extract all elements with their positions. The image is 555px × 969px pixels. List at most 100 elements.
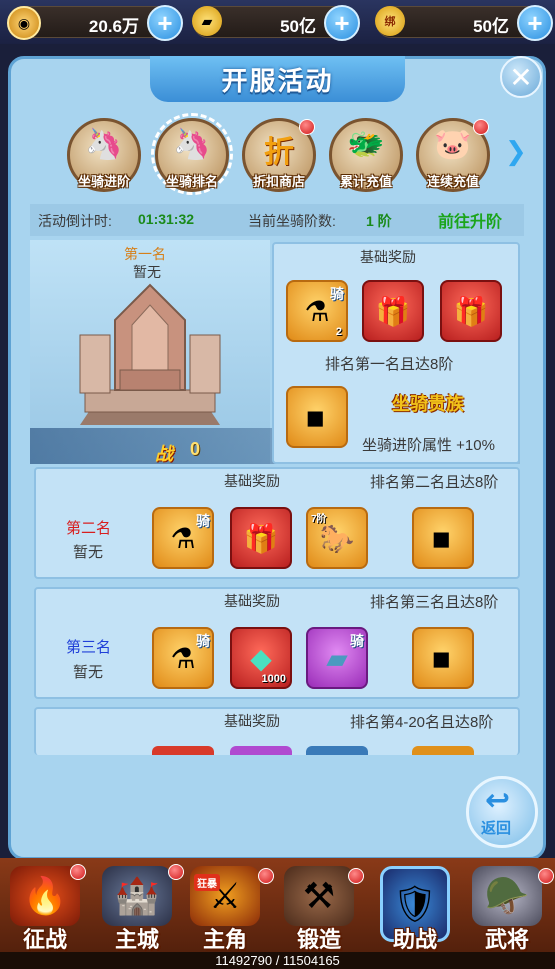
tab-mount-advance[interactable]: 🦄 坐骑进阶 — [67, 118, 141, 192]
tab-label: 坐骑排名 — [165, 174, 218, 189]
mount-potion-item[interactable]: ⚗ 骑 2 — [286, 280, 348, 342]
rank-label: 第三名 — [66, 639, 112, 656]
title-token-item[interactable]: ◆ — [286, 386, 348, 448]
close-icon: ✕ — [509, 61, 533, 93]
nav-forge[interactable]: ⚒ 锻造 — [274, 862, 364, 954]
reward-title: 基础奖励 — [224, 713, 280, 729]
clipped-item — [230, 746, 292, 755]
player-name: 暂无 — [73, 544, 104, 561]
item-tag: 骑 — [330, 286, 344, 302]
scroll-right-arrow-icon[interactable]: ❯ — [505, 136, 531, 168]
nav-label: 锻造 — [296, 927, 341, 952]
treasure-chest-item[interactable]: 🎁 — [230, 507, 292, 569]
saddle-item[interactable]: 🐎 7阶 — [306, 507, 368, 569]
nav-label: 征战 — [22, 927, 67, 952]
tab-continuous-recharge[interactable]: 🐷 连续充值 — [416, 118, 490, 192]
mount-potion-item[interactable]: ⚗ 骑 — [152, 627, 214, 689]
nav-label: 主角 — [202, 927, 247, 952]
mount-crystal-item[interactable]: ▰ 骑 — [306, 627, 368, 689]
notification-dot — [473, 119, 489, 135]
potion-icon: ⚗ — [170, 522, 196, 554]
tab-label: 折扣商店 — [252, 174, 305, 189]
currency-gold: ▰ 50亿 + — [192, 5, 360, 41]
title-token-item[interactable]: ◆ — [412, 507, 474, 569]
item-tag: 骑 — [196, 513, 210, 529]
nav-assist[interactable]: 🛡 助战 — [370, 862, 460, 954]
clipped-item — [412, 746, 474, 755]
treasure-chest-item[interactable]: 🎁 — [440, 280, 502, 342]
reward-requirement: 排名第三名且达8阶 — [370, 594, 499, 611]
nav-generals[interactable]: 🪖 武将 — [462, 862, 554, 954]
reward-title: 基础奖励 — [224, 593, 280, 609]
countdown-value: 01:31:32 — [138, 211, 195, 227]
reward-title: 基础奖励 — [224, 473, 280, 489]
currency-bound-gold: 绑 50亿 + — [375, 5, 553, 41]
add-bound-gold-button[interactable]: + — [517, 5, 553, 41]
potion-icon: ⚗ — [304, 295, 330, 327]
token-icon: ◆ — [298, 398, 336, 436]
notification-dot — [538, 868, 554, 884]
extra-bonus: 坐骑进阶属性 +10% — [362, 437, 495, 454]
notification-dot — [348, 868, 364, 884]
potion-icon: ⚗ — [170, 642, 196, 674]
exp-bar: 11492790 / 11504165 — [0, 952, 555, 969]
nav-campaign[interactable]: 🔥 征战 — [0, 862, 90, 954]
first-player-name: 暂无 — [133, 264, 161, 280]
throne-image — [79, 283, 221, 425]
first-requirement: 排名第一名且达8阶 — [325, 356, 454, 373]
dragon-icon: 🐲 — [347, 128, 385, 161]
treasure-chest-item[interactable]: 🎁 — [362, 280, 424, 342]
close-button[interactable]: ✕ — [500, 56, 542, 98]
extra-title: 坐骑贵族 — [392, 394, 464, 414]
panel-title-bar: 开服活动 — [150, 56, 405, 102]
tab-label: 连续充值 — [426, 174, 479, 189]
reward-requirement: 排名第二名且达8阶 — [370, 474, 499, 491]
campaign-icon: 🔥 — [10, 866, 80, 926]
item-tag: 骑 — [196, 633, 210, 649]
bound-ingot-icon: 绑 — [375, 6, 405, 36]
nav-label: 主城 — [114, 927, 159, 952]
return-button[interactable]: ↩ 返回 — [466, 776, 538, 848]
mount-level-label: 当前坐骑阶数: — [248, 213, 336, 229]
clipped-item — [306, 746, 368, 755]
add-gold-button[interactable]: + — [324, 5, 360, 41]
currency-coin: ◉ 20.6万 + — [7, 5, 183, 41]
gold-ingot-icon: ▰ — [192, 6, 222, 36]
add-coin-button[interactable]: + — [147, 5, 183, 41]
mount-level-value: 1 阶 — [366, 213, 392, 229]
token-icon: ◆ — [424, 519, 462, 557]
nav-hero[interactable]: ⚔ 狂暴 主角 — [180, 862, 274, 954]
power-value: 0 — [190, 439, 201, 459]
tab-discount-shop[interactable]: 折 折扣商店 — [242, 118, 316, 192]
title-token-item[interactable]: ◆ — [412, 627, 474, 689]
tab-mount-ranking[interactable]: 🦄 坐骑排名 — [155, 118, 229, 192]
coin-value: 20.6万 — [88, 17, 139, 36]
chest-icon: 🎁 — [375, 295, 411, 327]
notification-dot — [70, 864, 86, 880]
base-reward-title: 基础奖励 — [360, 249, 416, 265]
item-level: 7阶 — [311, 514, 327, 525]
item-tag: 骑 — [350, 633, 364, 649]
berserk-badge: 狂暴 — [194, 874, 220, 891]
coin-icon: ◉ — [7, 6, 41, 40]
tab-cumulative-recharge[interactable]: 🐲 累计充值 — [329, 118, 403, 192]
chest-icon: 🎁 — [453, 295, 489, 327]
nav-label: 助战 — [392, 927, 437, 952]
bound-badge: 绑 — [384, 16, 396, 28]
jade-item[interactable]: ◆ 1000 — [230, 627, 292, 689]
chest-icon: 🎁 — [243, 522, 279, 554]
reward-requirement: 排名第4-20名且达8阶 — [350, 714, 494, 731]
notification-dot — [299, 119, 315, 135]
item-qty: 1000 — [261, 673, 286, 685]
tab-label: 坐骑进阶 — [77, 174, 130, 189]
jade-icon: ◆ — [250, 642, 272, 674]
go-upgrade-link[interactable]: 前往升阶 — [438, 208, 502, 232]
notification-dot — [258, 868, 274, 884]
nav-main-city[interactable]: 🏰 主城 — [92, 862, 184, 954]
return-label: 返回 — [481, 820, 512, 837]
panel-title: 开服活动 — [221, 65, 334, 96]
unicorn-icon: 🦄 — [85, 128, 123, 161]
forge-icon: ⚒ — [284, 866, 354, 926]
mount-potion-item[interactable]: ⚗ 骑 — [152, 507, 214, 569]
countdown-label: 活动倒计时: — [38, 213, 112, 229]
